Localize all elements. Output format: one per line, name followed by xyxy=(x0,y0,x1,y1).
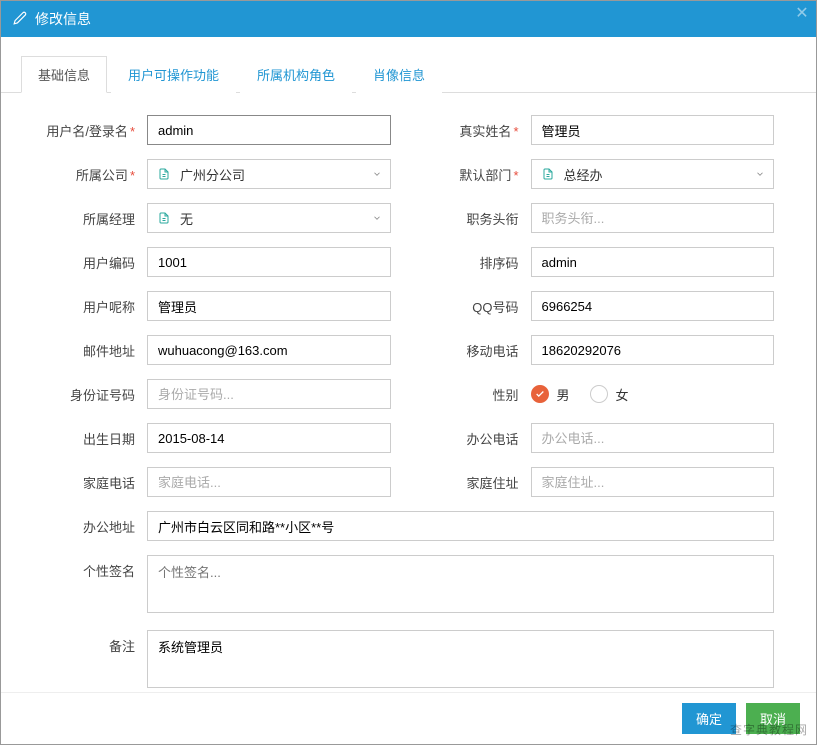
dialog-footer: 确定 取消 xyxy=(1,692,816,744)
manager-select[interactable]: 无 xyxy=(147,203,391,233)
gender-male-radio[interactable] xyxy=(531,385,549,403)
tab-basic-info[interactable]: 基础信息 xyxy=(21,56,107,93)
tab-portrait[interactable]: 肖像信息 xyxy=(356,56,442,93)
gender-female-radio[interactable] xyxy=(590,385,608,403)
usercode-label: 用户编码 xyxy=(25,253,147,272)
remark-textarea[interactable] xyxy=(147,630,774,688)
gender-radio-group: 男 女 xyxy=(531,385,775,404)
signature-textarea[interactable] xyxy=(147,555,774,613)
jobtitle-label: 职务头衔 xyxy=(409,209,531,228)
dialog-title: 修改信息 xyxy=(35,9,91,29)
idcard-label: 身份证号码 xyxy=(25,385,147,404)
department-select[interactable]: 总经办 xyxy=(531,159,775,189)
department-label: 默认部门* xyxy=(409,165,531,184)
confirm-button[interactable]: 确定 xyxy=(682,703,736,734)
nickname-input[interactable] xyxy=(147,291,391,321)
officephone-input[interactable] xyxy=(531,423,775,453)
close-icon[interactable]: ✕ xyxy=(792,3,812,23)
edit-info-dialog: 修改信息 ✕ 基础信息 用户可操作功能 所属机构角色 肖像信息 用户名/登录名*… xyxy=(0,0,817,745)
chevron-down-icon xyxy=(372,167,382,182)
qq-input[interactable] xyxy=(531,291,775,321)
email-label: 邮件地址 xyxy=(25,341,147,360)
birthdate-label: 出生日期 xyxy=(25,429,147,448)
pencil-icon xyxy=(13,11,27,28)
homeaddress-input[interactable] xyxy=(531,467,775,497)
company-select[interactable]: 广州分公司 xyxy=(147,159,391,189)
username-label: 用户名/登录名* xyxy=(25,121,147,140)
document-icon xyxy=(542,167,554,181)
gender-label: 性别 xyxy=(409,385,531,404)
homephone-input[interactable] xyxy=(147,467,391,497)
username-input[interactable] xyxy=(147,115,391,145)
homeaddress-label: 家庭住址 xyxy=(409,473,531,492)
usercode-input[interactable] xyxy=(147,247,391,277)
tab-org-roles[interactable]: 所属机构角色 xyxy=(240,56,352,93)
signature-label: 个性签名 xyxy=(25,555,147,580)
form-body: 用户名/登录名* 真实姓名* 所属公司* 广州分公司 xyxy=(1,93,816,692)
manager-label: 所属经理 xyxy=(25,209,147,228)
document-icon xyxy=(158,211,170,225)
sortcode-label: 排序码 xyxy=(409,253,531,272)
idcard-input[interactable] xyxy=(147,379,391,409)
officeaddress-input[interactable] xyxy=(147,511,774,541)
document-icon xyxy=(158,167,170,181)
qq-label: QQ号码 xyxy=(409,297,531,316)
birthdate-input[interactable] xyxy=(147,423,391,453)
tab-user-functions[interactable]: 用户可操作功能 xyxy=(111,56,236,93)
chevron-down-icon xyxy=(755,167,765,182)
remark-label: 备注 xyxy=(25,630,147,655)
realname-label: 真实姓名* xyxy=(409,121,531,140)
sortcode-input[interactable] xyxy=(531,247,775,277)
tabs-bar: 基础信息 用户可操作功能 所属机构角色 肖像信息 xyxy=(1,37,816,93)
realname-input[interactable] xyxy=(531,115,775,145)
chevron-down-icon xyxy=(372,211,382,226)
mobile-label: 移动电话 xyxy=(409,341,531,360)
dialog-header: 修改信息 ✕ xyxy=(1,1,816,37)
jobtitle-input[interactable] xyxy=(531,203,775,233)
homephone-label: 家庭电话 xyxy=(25,473,147,492)
email-input[interactable] xyxy=(147,335,391,365)
company-label: 所属公司* xyxy=(25,165,147,184)
mobile-input[interactable] xyxy=(531,335,775,365)
cancel-button[interactable]: 取消 xyxy=(746,703,800,734)
officephone-label: 办公电话 xyxy=(409,429,531,448)
officeaddress-label: 办公地址 xyxy=(25,517,147,536)
nickname-label: 用户呢称 xyxy=(25,297,147,316)
